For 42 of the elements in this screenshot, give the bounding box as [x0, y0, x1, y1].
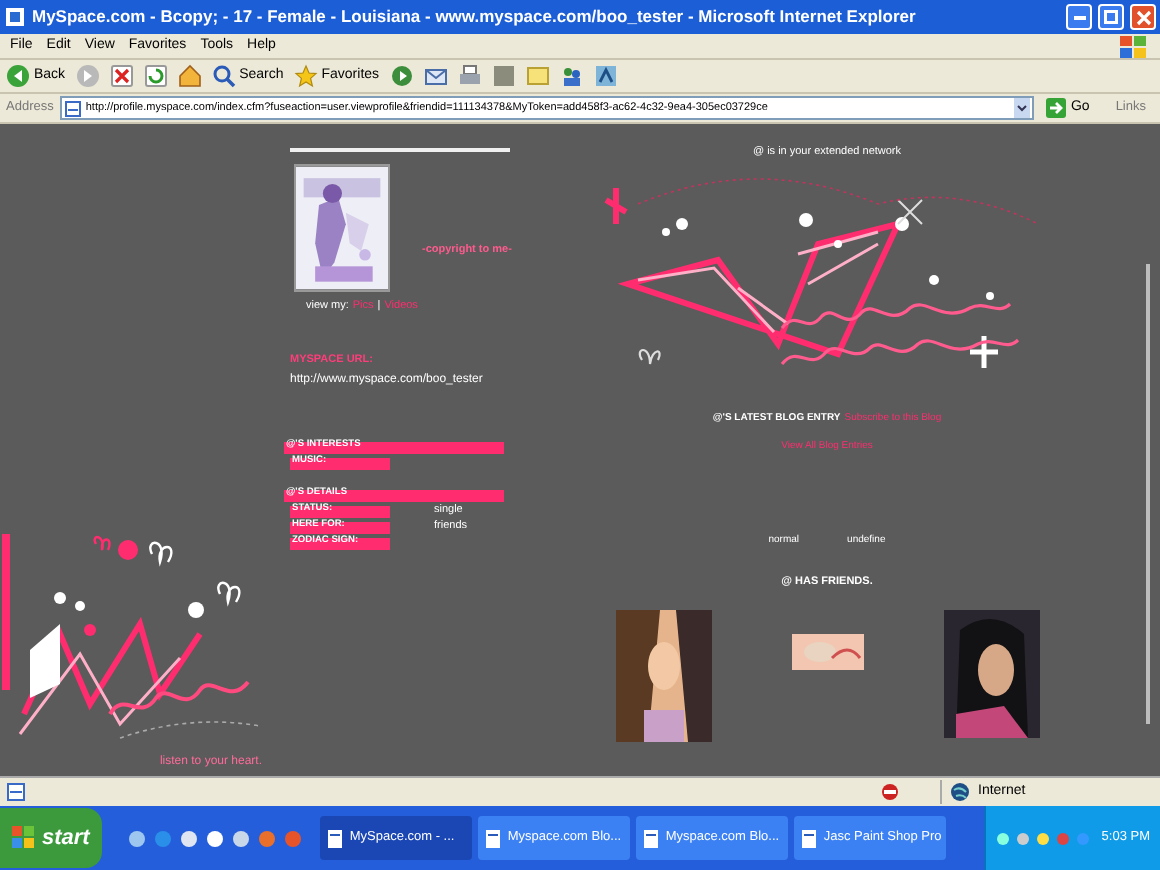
mail-button[interactable]	[423, 64, 448, 88]
media-button[interactable]	[389, 64, 414, 88]
minimize-icon	[1073, 15, 1085, 19]
close-button[interactable]	[1130, 4, 1156, 30]
messenger-button[interactable]	[559, 64, 584, 88]
ie-page-icon	[4, 6, 26, 28]
print-button[interactable]	[457, 64, 482, 88]
book-icon	[593, 64, 618, 88]
stop-button[interactable]	[109, 64, 134, 88]
play-icon	[389, 64, 414, 88]
star-icon	[293, 64, 318, 88]
home-button[interactable]	[177, 64, 202, 88]
close-icon	[1133, 7, 1153, 27]
globe-icon	[950, 782, 970, 802]
page-icon	[63, 99, 82, 117]
arrow-right-icon	[1046, 98, 1067, 118]
start-button[interactable]: start	[0, 808, 102, 868]
back-icon	[6, 64, 30, 88]
research-button[interactable]	[593, 64, 618, 88]
home-icon	[177, 64, 202, 88]
note-icon	[525, 64, 550, 88]
search-icon	[211, 64, 236, 88]
people-icon	[559, 64, 584, 88]
document-icon	[325, 829, 344, 847]
maximize-button[interactable]	[1098, 4, 1124, 30]
stop-icon	[109, 64, 134, 88]
refresh-button[interactable]	[143, 64, 168, 88]
document-icon	[799, 829, 818, 847]
document-icon	[641, 829, 660, 847]
refresh-icon	[143, 64, 168, 88]
maximize-icon	[1104, 10, 1118, 24]
forward-icon	[75, 64, 100, 88]
page-icon	[6, 782, 26, 802]
blocked-icon	[880, 782, 900, 802]
printer-icon	[457, 64, 482, 88]
window-title: MySpace.com - Bcopy; - 17 - Female - Louisiana - www.myspace.com/boo_tester - Microsoft Internet Explorer	[32, 4, 918, 30]
envelope-icon	[423, 64, 448, 88]
document-icon	[483, 829, 502, 847]
windows-flag-icon	[1118, 34, 1150, 58]
minimize-button[interactable]	[1066, 4, 1092, 30]
note-button[interactable]	[525, 64, 550, 88]
windows-flag-icon	[12, 826, 36, 850]
